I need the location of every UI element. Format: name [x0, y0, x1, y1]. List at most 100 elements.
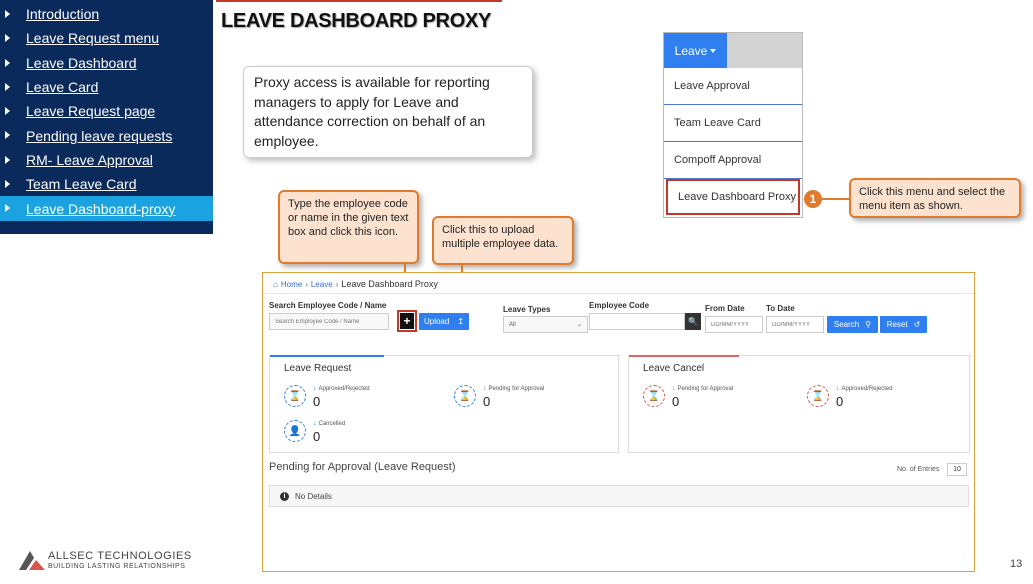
leave-request-panel: Leave Request ⌛ ↓ Approved/Rejected 0 ⌛ ↓…	[269, 355, 620, 453]
bullet-triangle-icon	[5, 58, 10, 67]
arrow-down-icon: ↓	[672, 385, 676, 392]
no-details-text: No Details	[295, 491, 332, 501]
company-name: ALLSEC TECHNOLOGIES	[48, 550, 192, 562]
bullet-triangle-icon	[5, 34, 10, 43]
sidebar-item-label: Introduction	[26, 6, 100, 23]
sidebar-item-label: RM- Leave Approval	[26, 151, 153, 168]
leave-types-select[interactable]: All ⌄	[503, 316, 588, 333]
sidebar-nav: Introduction Leave Request menu Leave Da…	[0, 0, 213, 234]
entries-value: 10	[953, 466, 961, 473]
info-icon: i	[280, 491, 289, 501]
bullet-triangle-icon	[5, 107, 10, 116]
to-date-label: To Date	[766, 304, 795, 313]
breadcrumb-separator: ›	[335, 279, 339, 289]
stat-label-text: Pending for Approval	[677, 386, 734, 392]
menu-header: Leave	[664, 33, 802, 68]
callout-step-2: Type the employee code or name in the gi…	[278, 190, 419, 264]
search-button[interactable]: Search ⚲	[827, 316, 878, 333]
pending-approval-title: Pending for Approval (Leave Request)	[269, 461, 456, 473]
sidebar-item-label: Leave Request menu	[26, 30, 160, 47]
leave-request-title: Leave Request	[284, 363, 352, 374]
reset-button[interactable]: Reset ↺	[880, 316, 927, 333]
to-date-input[interactable]	[766, 316, 824, 333]
reset-button-label: Reset	[886, 320, 908, 329]
add-employee-button[interactable]: +	[397, 310, 417, 332]
from-date-label: From Date	[705, 304, 745, 313]
leave-dashboard-proxy-screen: ⌂ Home › Leave › Leave Dashboard Proxy S…	[262, 272, 975, 572]
user-x-icon: 👤	[284, 420, 306, 442]
chevron-down-icon: ⌄	[576, 322, 582, 328]
search-icon: ⚲	[865, 320, 872, 329]
stat-value: 0	[313, 429, 321, 444]
search-icon[interactable]: 🔍	[685, 313, 701, 330]
bullet-triangle-icon	[5, 131, 10, 140]
leave-menu-button[interactable]: Leave	[664, 33, 727, 68]
stat-label: ↓ Approved/Rejected	[313, 385, 370, 392]
hourglass-icon: ⌛	[284, 385, 306, 407]
upload-label: Upload	[423, 317, 450, 326]
company-logo	[19, 551, 45, 570]
sidebar-item-leave-request-page[interactable]: Leave Request page	[0, 99, 213, 123]
no-details-row: i No Details	[269, 485, 969, 507]
stat-label-text: Cancelled	[318, 421, 346, 427]
stat-label-text: Approved/Rejected	[841, 386, 893, 392]
callout-step-upload: Click this to upload multiple employee d…	[432, 216, 574, 265]
sidebar-item-team-leave-card[interactable]: Team Leave Card	[0, 172, 213, 196]
sidebar-item-label: Pending leave requests	[26, 127, 173, 144]
entries-label: No. of Entries	[897, 466, 940, 473]
breadcrumb-separator: ›	[305, 279, 308, 289]
sidebar-item-label: Leave Request page	[26, 103, 156, 120]
leave-dropdown-menu: Leave Leave Approval Team Leave Card Com…	[663, 32, 803, 218]
breadcrumb-home[interactable]: Home	[281, 280, 302, 289]
from-date-input[interactable]	[705, 316, 763, 333]
sidebar-item-pending-leave-requests[interactable]: Pending leave requests	[0, 123, 213, 147]
bullet-triangle-icon	[5, 180, 10, 189]
sidebar-item-label: Team Leave Card	[26, 176, 137, 193]
leave-types-value: All	[509, 321, 516, 328]
step-badge-1: 1	[804, 190, 822, 208]
sidebar-item-label: Leave Dashboard-proxy	[26, 200, 176, 217]
callout-step-1: Click this menu and select the menu item…	[849, 178, 1021, 218]
leave-cancel-panel: Leave Cancel ⌛ ↓ Pending for Approval 0 ⌛…	[628, 355, 971, 453]
sidebar-item-introduction[interactable]: Introduction	[0, 2, 213, 26]
arrow-down-icon: ↓	[313, 385, 317, 392]
sidebar-item-label: Leave Dashboard	[26, 54, 137, 71]
stat-label: ↓ Pending for Approval	[483, 385, 544, 392]
sidebar-item-leave-request-menu[interactable]: Leave Request menu	[0, 26, 213, 50]
company-tagline: BUILDING LASTING RELATIONSHIPS	[48, 563, 186, 570]
stat-value: 0	[313, 394, 321, 409]
info-note: Proxy access is available for reporting …	[243, 66, 533, 158]
bullet-triangle-icon	[5, 10, 10, 18]
sidebar-item-leave-card[interactable]: Leave Card	[0, 75, 213, 99]
arrow-down-icon: ↓	[313, 420, 317, 427]
search-button-label: Search	[833, 320, 860, 329]
sidebar-item-rm-leave-approval[interactable]: RM- Leave Approval	[0, 148, 213, 172]
sidebar-item-leave-dashboard-proxy[interactable]: Leave Dashboard-proxy	[0, 196, 213, 221]
menu-item-team-leave-card[interactable]: Team Leave Card	[664, 105, 802, 142]
menu-item-compoff-approval[interactable]: Compoff Approval	[664, 142, 802, 179]
search-employee-input[interactable]	[269, 313, 389, 330]
breadcrumb-leave[interactable]: Leave	[311, 280, 333, 289]
upload-button[interactable]: Upload ↥	[419, 313, 469, 330]
arrow-down-icon: ↓	[483, 385, 487, 392]
stat-label: ↓ Cancelled	[313, 420, 345, 427]
bullet-triangle-icon	[5, 204, 10, 213]
reset-icon: ↺	[913, 320, 921, 329]
panel-accent	[629, 355, 739, 357]
page-number: 13	[1010, 558, 1023, 570]
breadcrumb: ⌂ Home › Leave › Leave Dashboard Proxy	[273, 279, 438, 289]
breadcrumb-current: Leave Dashboard Proxy	[341, 279, 438, 289]
arrow-down-icon: ↓	[836, 385, 840, 392]
stat-label-text: Pending for Approval	[488, 386, 545, 392]
stat-value: 0	[672, 394, 680, 409]
entries-select[interactable]: 10	[947, 463, 967, 476]
menu-item-leave-dashboard-proxy[interactable]: Leave Dashboard Proxy	[666, 179, 800, 215]
leave-menu-label: Leave	[674, 43, 708, 58]
search-employee-label: Search Employee Code / Name	[269, 301, 387, 310]
callout-connector	[822, 198, 849, 200]
menu-item-leave-approval[interactable]: Leave Approval	[664, 68, 802, 105]
panel-accent	[270, 355, 384, 357]
bullet-triangle-icon	[5, 82, 10, 91]
employee-code-input[interactable]	[589, 313, 685, 330]
sidebar-item-leave-dashboard[interactable]: Leave Dashboard	[0, 51, 213, 75]
